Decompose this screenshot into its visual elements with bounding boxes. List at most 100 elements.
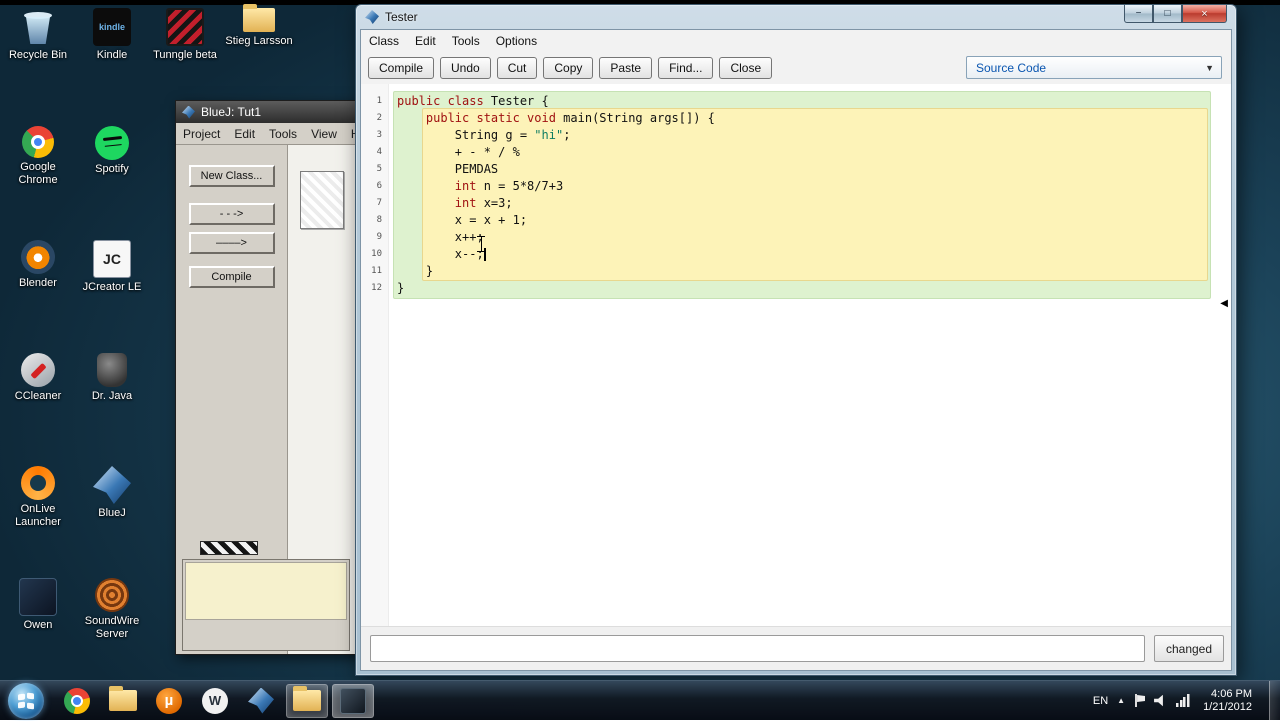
desktop-icon-label: BlueJ (76, 507, 148, 520)
code-line-7[interactable]: int x=3; (389, 195, 1231, 212)
desktop-icon-jcreator-le[interactable]: JCJCreator LE (76, 240, 148, 294)
desktop-icon-label: Owen (2, 619, 74, 632)
code-line-9[interactable]: x++; (389, 229, 1231, 246)
line-number: 12 (361, 280, 382, 297)
bluej-menu-tools[interactable]: Tools (262, 127, 304, 141)
desktop-icon-owen[interactable]: Owen (2, 578, 74, 632)
view-selector-dropdown[interactable]: Source Code ▼ (966, 56, 1222, 79)
line-number-gutter: 123456789101112 (361, 84, 389, 626)
class-icon[interactable] (300, 171, 344, 229)
chrome-icon (64, 688, 90, 714)
bluej-menu-view[interactable]: View (304, 127, 344, 141)
bluej-button-uses-arrow[interactable]: - - -> (189, 203, 275, 225)
volume-icon[interactable] (1154, 695, 1167, 707)
desktop-icon-bluej[interactable]: BlueJ (76, 466, 148, 520)
desktop-icon-kindle[interactable]: kindleKindle (76, 8, 148, 62)
jcreator-le-icon: JC (93, 240, 131, 278)
tester-client-area: ClassEditToolsOptions Compile Undo CutCopy… (360, 29, 1232, 671)
desktop-icon-dr-java[interactable]: Dr. Java (76, 353, 148, 403)
clock-time: 4:06 PM (1203, 688, 1252, 701)
desktop-icon-stieg-larsson[interactable]: Stieg Larsson (223, 8, 295, 48)
codepad-input[interactable] (185, 562, 347, 620)
code-line-2[interactable]: public static void main(String args[]) { (389, 110, 1231, 127)
toolbar-button-undo[interactable]: Undo (440, 57, 491, 79)
tester-menu-options[interactable]: Options (488, 34, 545, 48)
toolbar-button-compile[interactable]: Compile (368, 57, 434, 79)
tester-menu-edit[interactable]: Edit (407, 34, 444, 48)
desktop-icon-recycle-bin[interactable]: Recycle Bin (2, 8, 74, 62)
recycle-bin-icon (19, 8, 57, 46)
code-line-11[interactable]: } (389, 263, 1231, 280)
owen-icon (19, 578, 57, 616)
tester-editor-window[interactable]: Tester − □ × ClassEditToolsOptions Compi… (355, 4, 1237, 676)
bluej-icon (248, 688, 274, 714)
desktop-icon-blender[interactable]: Blender (2, 240, 74, 290)
bluej-button-newclass[interactable]: New Class... (189, 165, 275, 187)
code-line-12[interactable]: } (389, 280, 1231, 297)
desktop-icon-label: Tunngle beta (149, 49, 221, 62)
code-line-6[interactable]: int n = 5*8/7+3 (389, 178, 1231, 195)
code-editor[interactable]: 123456789101112 public class Tester { pu… (361, 84, 1231, 626)
tunngle-icon (166, 8, 204, 46)
active-app-icon (340, 688, 366, 714)
taskbar-item-open-folder[interactable] (286, 684, 328, 718)
scroll-left-icon[interactable]: ◀ (1220, 298, 1228, 309)
taskbar-item-active-app[interactable] (332, 684, 374, 718)
tester-titlebar[interactable]: Tester − □ × (356, 5, 1236, 29)
toolbar-button-find[interactable]: Find... (658, 57, 713, 79)
toolbar-button-copy[interactable]: Copy (543, 57, 593, 79)
line-number: 9 (361, 229, 382, 246)
toolbar-button-close[interactable]: Close (719, 57, 772, 79)
taskbar-item-explorer[interactable] (102, 684, 144, 718)
desktop-icon-spotify[interactable]: Spotify (76, 126, 148, 176)
bluej-codepad[interactable] (182, 559, 350, 651)
bluej-button-compile[interactable]: Compile (189, 266, 275, 288)
taskbar-item-utorrent[interactable]: µ (148, 684, 190, 718)
desktop-icon-soundwire-server[interactable]: SoundWire Server (76, 578, 148, 641)
toolbar-button-cut[interactable]: Cut (497, 57, 538, 79)
taskbar-item-wapp[interactable]: W (194, 684, 236, 718)
action-center-flag-icon[interactable] (1134, 694, 1145, 707)
code-line-10[interactable]: x--; (389, 246, 1231, 263)
line-number: 11 (361, 263, 382, 280)
show-desktop-button[interactable] (1269, 681, 1280, 721)
language-indicator[interactable]: EN (1093, 695, 1108, 707)
utorrent-icon: µ (156, 688, 182, 714)
soundwire-server-icon (95, 578, 129, 612)
network-icon[interactable] (1176, 694, 1190, 707)
bluej-button-inherits-arrow[interactable]: ––––> (189, 232, 275, 254)
code-line-5[interactable]: PEMDAS (389, 161, 1231, 178)
blender-icon (21, 240, 55, 274)
code-line-3[interactable]: String g = "hi"; (389, 127, 1231, 144)
toolbar-button-paste[interactable]: Paste (599, 57, 652, 79)
desktop-icon-ccleaner[interactable]: CCleaner (2, 353, 74, 403)
hidden-icons-button[interactable]: ▲ (1117, 696, 1125, 705)
stieg-larsson-icon (243, 8, 275, 32)
clock[interactable]: 4:06 PM 1/21/2012 (1199, 688, 1260, 714)
tester-menu-class[interactable]: Class (361, 34, 407, 48)
close-button[interactable]: × (1182, 5, 1227, 23)
desktop-icon-onlive-launcher[interactable]: OnLive Launcher (2, 466, 74, 529)
bluej-menu-edit[interactable]: Edit (227, 127, 262, 141)
code-line-4[interactable]: + - * / % (389, 144, 1231, 161)
desktop: Recycle BinkindleKindleTunngle betaStieg… (0, 0, 1280, 720)
status-input[interactable] (370, 635, 1145, 662)
compile-progress-stripes (200, 541, 258, 555)
start-button[interactable] (8, 683, 44, 719)
code-line-8[interactable]: x = x + 1; (389, 212, 1231, 229)
code-line-1[interactable]: public class Tester { (389, 93, 1231, 110)
tester-menu-tools[interactable]: Tools (444, 34, 488, 48)
desktop-icon-tunngle[interactable]: Tunngle beta (149, 8, 221, 62)
google-chrome-icon (22, 126, 54, 158)
minimize-button[interactable]: − (1124, 5, 1153, 23)
taskbar-item-chrome[interactable] (56, 684, 98, 718)
desktop-icon-label: Stieg Larsson (223, 35, 295, 48)
code-area[interactable]: public class Tester { public static void… (389, 84, 1231, 626)
onlive-launcher-icon (21, 466, 55, 500)
bluej-menu-project[interactable]: Project (176, 127, 227, 141)
desktop-icon-google-chrome[interactable]: Google Chrome (2, 126, 74, 187)
view-selector-value: Source Code (976, 61, 1046, 75)
taskbar-item-bluej[interactable] (240, 684, 282, 718)
maximize-button[interactable]: □ (1153, 5, 1182, 23)
taskbar: µW EN ▲ 4:06 PM 1/21/2012 (0, 680, 1280, 720)
